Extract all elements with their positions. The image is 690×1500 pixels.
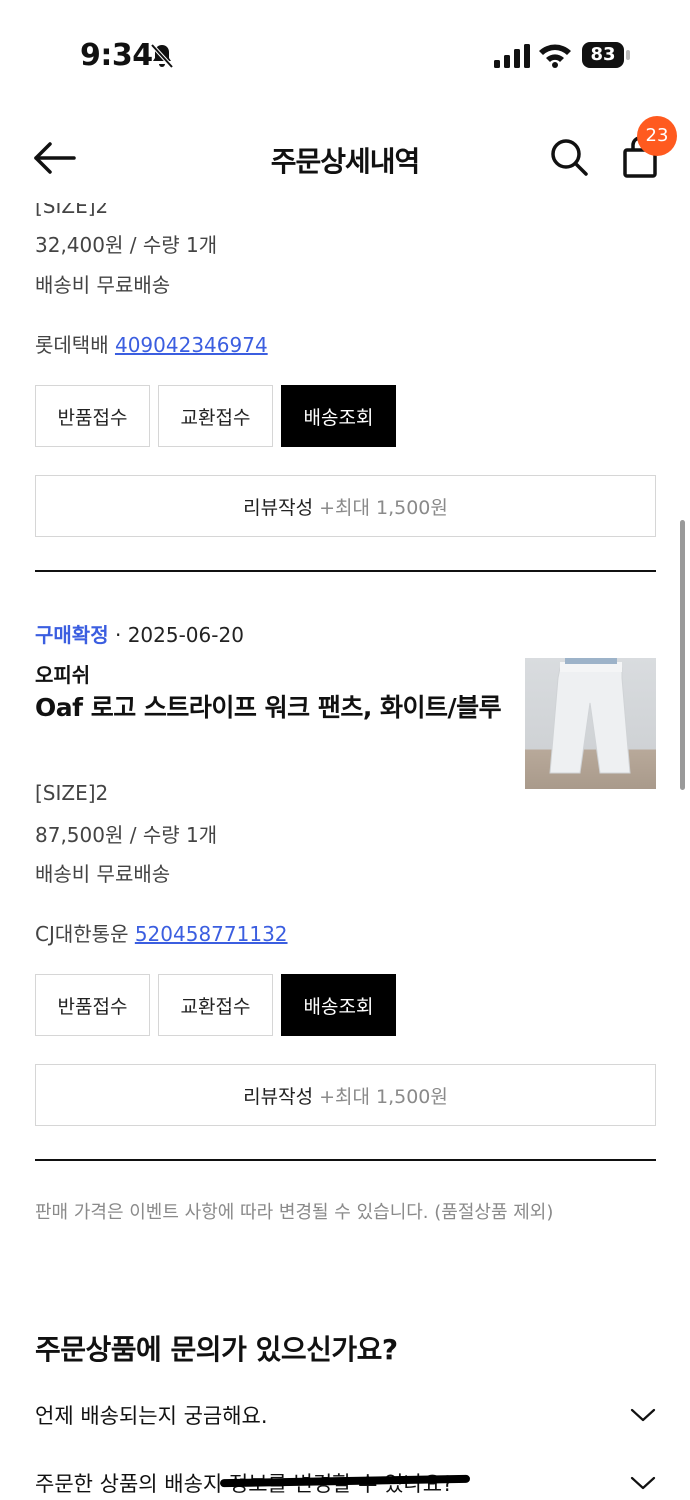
battery-tip [626, 50, 630, 60]
search-icon[interactable] [548, 136, 590, 178]
order-status-line: 구매확정 · 2025-06-20 [35, 619, 244, 648]
exchange-request-button[interactable]: 교환접수 [158, 385, 273, 447]
review-label: 리뷰작성 [243, 496, 314, 519]
review-bonus: +최대 1,500원 [319, 496, 448, 519]
chevron-down-icon [630, 1408, 656, 1422]
chevron-down-icon [630, 1476, 656, 1490]
status-separator: · [114, 623, 122, 647]
return-request-button[interactable]: 반품접수 [35, 974, 150, 1036]
faq-section-title: 주문상품에 문의가 있으신가요? [35, 1333, 398, 1366]
product-brand[interactable]: 오피쉬 [35, 659, 90, 688]
track-delivery-button[interactable]: 배송조회 [281, 385, 396, 447]
bell-off-icon [150, 43, 174, 69]
shipping-fee: 배송비 무료배송 [35, 862, 171, 886]
app-header: 주문상세내역 [0, 110, 690, 202]
product-name[interactable]: Oaf 로고 스트라이프 워크 팬츠, 화이트/블루 [35, 689, 505, 727]
back-arrow-icon[interactable] [30, 138, 78, 178]
product-pants-illustration [549, 658, 631, 774]
signal-icon [494, 44, 530, 68]
write-review-button[interactable]: 리뷰작성 +최대 1,500원 [35, 475, 656, 537]
tracking-info: CJ대한통운 520458771132 [35, 918, 288, 947]
status-bar: 9:34 83 [0, 0, 690, 110]
product-image[interactable] [525, 658, 656, 789]
price-quantity: 32,400원 / 수량 1개 [35, 233, 218, 257]
tracking-info: 롯데택배 409042346974 [35, 329, 268, 358]
status-time: 9:34 [80, 38, 153, 73]
faq-question: 언제 배송되는지 궁금해요. [35, 1404, 268, 1428]
price-notice: 판매 가격은 이벤트 사항에 따라 변경될 수 있습니다. (품절상품 제외) [35, 1202, 554, 1223]
order-action-buttons: 반품접수 교환접수 배송조회 [35, 385, 396, 447]
order-status: 구매확정 [35, 623, 109, 647]
wifi-icon [539, 44, 571, 68]
product-size: [SIZE]2 [35, 781, 109, 805]
faq-item[interactable]: 언제 배송되는지 궁금해요. [35, 1391, 656, 1439]
carrier-name: 롯데택배 [35, 333, 109, 357]
write-review-button[interactable]: 리뷰작성 +최대 1,500원 [35, 1064, 656, 1126]
price-quantity: 87,500원 / 수량 1개 [35, 823, 218, 847]
return-request-button[interactable]: 반품접수 [35, 385, 150, 447]
item-divider [35, 1159, 656, 1161]
tracking-number-link[interactable]: 409042346974 [115, 333, 268, 357]
review-bonus: +최대 1,500원 [319, 1085, 448, 1108]
order-action-buttons: 반품접수 교환접수 배송조회 [35, 974, 396, 1036]
order-date: 2025-06-20 [127, 623, 244, 647]
shipping-fee: 배송비 무료배송 [35, 273, 171, 297]
item-divider [35, 570, 656, 572]
exchange-request-button[interactable]: 교환접수 [158, 974, 273, 1036]
review-label: 리뷰작성 [243, 1085, 314, 1108]
cart-count-badge: 23 [637, 116, 677, 156]
track-delivery-button[interactable]: 배송조회 [281, 974, 396, 1036]
scrollbar[interactable] [680, 520, 685, 790]
battery-indicator: 83 [582, 42, 630, 68]
carrier-name: CJ대한통운 [35, 922, 129, 946]
tracking-number-link[interactable]: 520458771132 [135, 922, 288, 946]
battery-level: 83 [582, 42, 624, 68]
cut-off-size-text: [SIZE]2 [35, 203, 109, 217]
